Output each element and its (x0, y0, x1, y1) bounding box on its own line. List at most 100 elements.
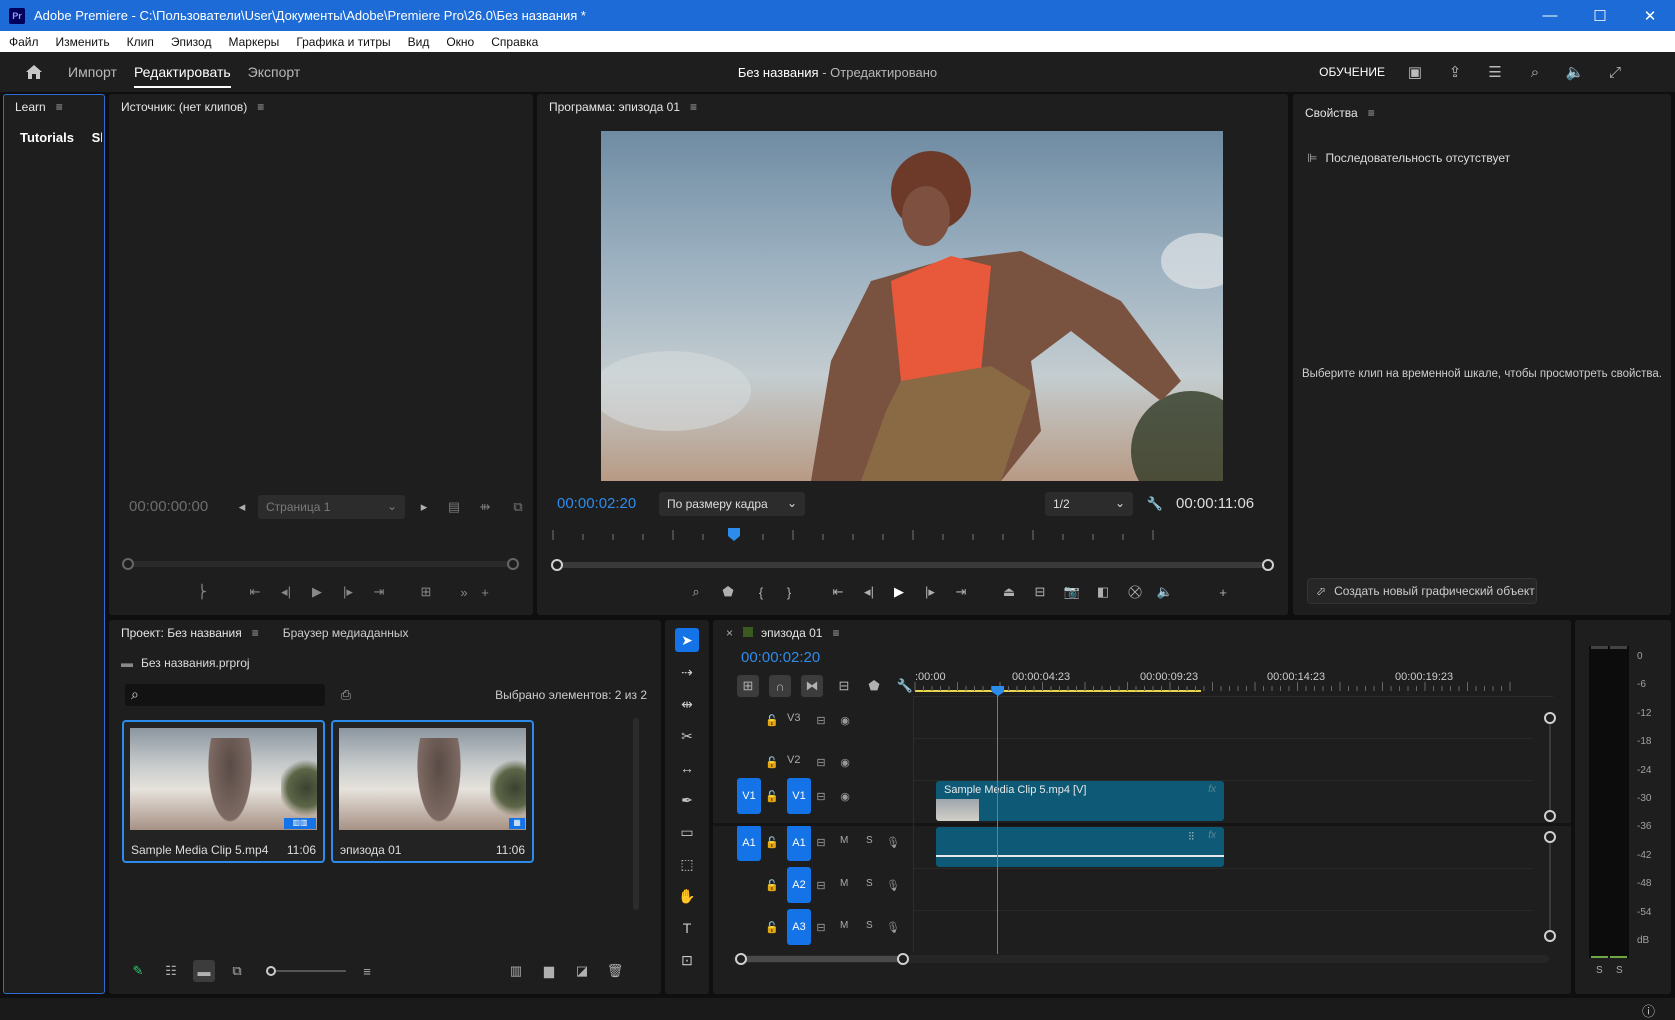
workspace-icon[interactable]: ▣ (1405, 62, 1425, 82)
timeline-timecode[interactable]: 00:00:02:20 (741, 649, 820, 666)
timeline-menu-icon[interactable]: ≡ (832, 626, 839, 640)
add-marker-icon[interactable]: ⬟ (717, 581, 739, 603)
zoom-slider[interactable] (276, 970, 346, 972)
search-input[interactable] (151, 686, 319, 704)
audio-clip[interactable]: ⫶⫶ fx (936, 827, 1224, 867)
sync-lock-icon[interactable]: ⊟ (813, 877, 829, 893)
next-page-icon[interactable]: ▸ (413, 496, 435, 518)
fullscreen-icon[interactable]: ⤢ (1605, 62, 1625, 82)
linked-selection-icon[interactable]: ⧓ (801, 675, 823, 697)
eye-icon[interactable]: ◉ (837, 754, 853, 770)
learn-menu-icon[interactable]: ≡ (56, 100, 63, 114)
go-to-out-icon[interactable]: ⇥ (368, 581, 390, 603)
page-dropdown[interactable]: Страница 1 ⌄ (258, 495, 405, 519)
extract-icon[interactable]: ⊟ (1029, 581, 1051, 603)
source-menu-icon[interactable]: ≡ (257, 100, 264, 114)
properties-menu-icon[interactable]: ≡ (1368, 106, 1375, 120)
lock-icon[interactable]: 🔓 (764, 712, 780, 728)
mark-in-icon[interactable]: { (750, 581, 772, 603)
rectangle-icon[interactable]: ▭ (675, 820, 699, 844)
playhead-line[interactable] (997, 694, 998, 954)
text-icon[interactable]: T (675, 916, 699, 940)
new-item-icon[interactable]: ◪ (571, 960, 593, 982)
pen-icon[interactable]: ✒ (675, 788, 699, 812)
mute-button[interactable]: M (840, 835, 848, 846)
icon-view-icon[interactable]: ▬ (193, 960, 215, 982)
lock-icon[interactable]: 🔓 (764, 877, 780, 893)
track-target-a2[interactable]: A2 (787, 867, 811, 903)
solo-button[interactable]: S (866, 835, 873, 846)
menu-edit[interactable]: Изменить (47, 35, 118, 49)
minimize-button[interactable]: — (1525, 0, 1575, 31)
automate-icon[interactable]: ▥ (505, 960, 527, 982)
workspaces-menu-icon[interactable]: ☰ (1485, 62, 1505, 82)
list-view-icon[interactable]: ☷ (160, 960, 182, 982)
menu-file[interactable]: Файл (0, 35, 47, 49)
trash-icon[interactable]: 🗑 (604, 960, 626, 982)
program-menu-icon[interactable]: ≡ (690, 100, 697, 114)
audio-scroll-bottom[interactable] (1544, 930, 1556, 942)
sync-lock-icon[interactable]: ⊟ (813, 712, 829, 728)
source-drag-icon[interactable]: ⇻ (474, 496, 496, 518)
selection-tool-icon[interactable]: ➤ (675, 628, 699, 652)
lock-icon[interactable]: 🔓 (764, 919, 780, 935)
maximize-button[interactable]: ☐ (1575, 0, 1625, 31)
pencil-icon[interactable]: ✎ (127, 960, 149, 982)
tab-skills[interactable]: Sk (92, 130, 102, 145)
source-patch-a1[interactable]: A1 (737, 825, 761, 861)
lock-icon[interactable]: 🔓 (764, 788, 780, 804)
menu-clip[interactable]: Клип (118, 35, 162, 49)
project-item[interactable]: ▦ эпизода 01 11:06 (331, 720, 534, 863)
hand-icon[interactable]: ✋ (675, 884, 699, 908)
mark-out-icon[interactable]: ⎬ (191, 581, 213, 603)
step-forward-icon[interactable]: |▸ (337, 581, 359, 603)
source-settings-icon[interactable]: ▤ (443, 496, 465, 518)
timeline-marker-icon[interactable]: ⬟ (863, 675, 885, 697)
more-icon[interactable]: » (453, 581, 475, 603)
sync-lock-icon[interactable]: ⊟ (813, 834, 829, 850)
go-to-out-prog-icon[interactable]: ⇥ (950, 581, 972, 603)
program-video-frame[interactable] (601, 131, 1223, 481)
step-back-icon[interactable]: ◂| (275, 581, 297, 603)
timeline-ruler[interactable]: :00:00 00:00:04:23 00:00:09:23 00:00:14:… (913, 669, 1523, 693)
comparison-view-icon[interactable]: ◧ (1092, 581, 1114, 603)
solo-button[interactable]: S (866, 920, 873, 931)
insert-icon[interactable]: ⊞ (415, 581, 437, 603)
eye-icon[interactable]: ◉ (837, 788, 853, 804)
go-to-in-icon[interactable]: ⇤ (244, 581, 266, 603)
sort-icon[interactable]: ≡ (356, 960, 378, 982)
video-scroll-top[interactable] (1544, 712, 1556, 724)
hscroll-start[interactable] (735, 953, 747, 965)
razor-icon[interactable]: ✂ (675, 724, 699, 748)
tab-tutorials[interactable]: Tutorials (20, 130, 74, 145)
snap-icon[interactable]: ∩ (769, 675, 791, 697)
add-button-icon[interactable]: + (474, 581, 496, 603)
sequence-settings-icon[interactable]: ⊟ (833, 675, 855, 697)
video-clip[interactable]: Sample Media Clip 5.mp4 [V] fx (936, 781, 1224, 821)
sync-lock-icon[interactable]: ⊟ (813, 919, 829, 935)
microphone-icon[interactable]: 🎙 (885, 877, 901, 893)
hscroll-end[interactable] (897, 953, 909, 965)
mode-import[interactable]: Импорт (68, 64, 117, 80)
mute-button[interactable]: M (840, 920, 848, 931)
close-sequence-icon[interactable]: × (726, 626, 733, 640)
program-scroll-start[interactable] (551, 559, 563, 571)
zoom-monitor-icon[interactable]: ⌕ (685, 581, 707, 603)
menu-window[interactable]: Окно (437, 35, 482, 49)
fx-badge[interactable]: fx (1208, 830, 1216, 841)
project-item[interactable]: ▥▥ Sample Media Clip 5.mp4 11:06 (122, 720, 325, 863)
lift-icon[interactable]: ⏏ (998, 581, 1020, 603)
solo-left-button[interactable]: S (1596, 965, 1603, 976)
program-timecode[interactable]: 00:00:02:20 (557, 495, 636, 512)
zoom-slider-knob[interactable] (266, 966, 276, 976)
mark-out-prog-icon[interactable]: } (778, 581, 800, 603)
track-target-a3[interactable]: A3 (787, 909, 811, 945)
video-scroll-bottom[interactable] (1544, 810, 1556, 822)
microphone-icon[interactable]: 🎙 (885, 834, 901, 850)
solo-button[interactable]: S (866, 878, 873, 889)
project-scrollbar[interactable] (633, 718, 639, 910)
volume-icon[interactable]: 🔈 (1565, 62, 1585, 82)
program-scrubber[interactable] (557, 562, 1265, 568)
menu-sequence[interactable]: Эпизод (162, 35, 220, 49)
create-graphic-button[interactable]: ⬀ Создать новый графический объект (1307, 578, 1537, 604)
